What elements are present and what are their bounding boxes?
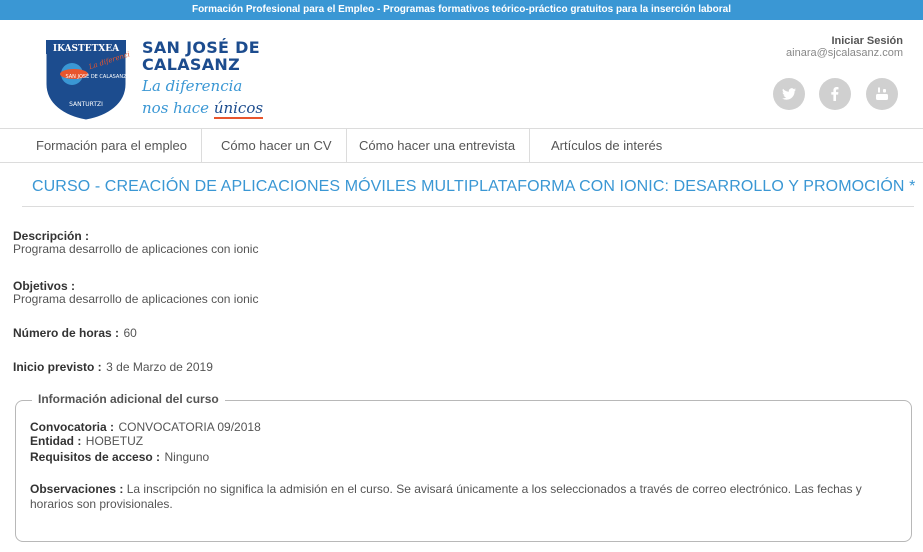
brand-name-line2: CALASANZ — [142, 55, 241, 74]
logo-badge-city: SANTURTZI — [69, 101, 103, 108]
inicio-label: Inicio previsto : — [13, 360, 102, 374]
logo-badge-sub: SAN JOSÉ DE CALASANZ — [65, 72, 127, 80]
twitter-icon — [782, 88, 796, 100]
observaciones-label: Observaciones : — [30, 482, 124, 496]
top-banner: Formación Profesional para el Empleo - P… — [0, 0, 923, 20]
entidad-label: Entidad : — [30, 434, 82, 448]
descripcion-value: Programa desarrollo de aplicaciones con … — [13, 242, 259, 256]
entidad-value: HOBETUZ — [85, 434, 144, 448]
twitter-button[interactable] — [773, 78, 805, 110]
logo-badge-text: IKASTETXEA — [53, 44, 120, 54]
facebook-button[interactable] — [819, 78, 851, 110]
nav-item-articulos[interactable]: Artículos de interés — [537, 129, 676, 162]
login-area: Iniciar Sesión ainara@sjcalasanz.com — [786, 35, 903, 59]
brand-tagline-prefix: nos hace — [142, 99, 214, 117]
user-email: ainara@sjcalasanz.com — [786, 47, 903, 59]
requisitos-label: Requisitos de acceso : — [30, 450, 161, 464]
objetivos-value: Programa desarrollo de aplicaciones con … — [13, 292, 259, 306]
inicio-block: Inicio previsto : 3 de Marzo de 2019 — [13, 360, 213, 374]
main-nav: Formación para el empleo Cómo hacer un C… — [0, 128, 923, 163]
nav-item-entrevista[interactable]: Cómo hacer una entrevista — [345, 129, 531, 162]
additional-info-legend: Información adicional del curso — [32, 392, 225, 406]
brand-tagline-line2: nos hace únicos — [142, 99, 264, 119]
brand-tagline-line1: La diferencia — [142, 77, 243, 95]
requisitos-block: Requisitos de acceso : Ninguno — [30, 450, 209, 464]
login-link[interactable]: Iniciar Sesión — [786, 35, 903, 47]
brand-name-line1: SAN JOSÉ DE — [142, 38, 260, 57]
school-logo[interactable]: IKASTETXEA SAN JOSÉ DE CALASANZ SANTURTZ… — [42, 38, 135, 122]
site-header: IKASTETXEA SAN JOSÉ DE CALASANZ SANTURTZ… — [0, 20, 923, 128]
convocatoria-block: Convocatoria : CONVOCATORIA 09/2018 — [30, 420, 261, 434]
convocatoria-value: CONVOCATORIA 09/2018 — [118, 420, 261, 434]
observaciones-value: La inscripción no significa la admisión … — [30, 482, 862, 511]
nav-item-cv[interactable]: Cómo hacer un CV — [207, 129, 347, 162]
facebook-icon — [831, 87, 839, 101]
brand-tagline-emphasis: únicos — [213, 99, 264, 119]
horas-label: Número de horas : — [13, 326, 120, 340]
title-divider — [22, 206, 914, 207]
horas-value: 60 — [123, 326, 137, 340]
youtube-icon — [876, 87, 888, 100]
nav-item-formacion[interactable]: Formación para el empleo — [22, 129, 203, 162]
entidad-block: Entidad : HOBETUZ — [30, 434, 143, 448]
requisitos-value: Ninguno — [164, 450, 210, 464]
brand-block: SAN JOSÉ DE CALASANZ La diferencia nos h… — [142, 38, 264, 119]
objetivos-block: Objetivos : Programa desarrollo de aplic… — [13, 280, 258, 306]
convocatoria-label: Convocatoria : — [30, 420, 115, 434]
descripcion-block: Descripción : Programa desarrollo de apl… — [13, 230, 258, 256]
youtube-button[interactable] — [866, 78, 898, 110]
inicio-value: 3 de Marzo de 2019 — [106, 360, 213, 374]
observaciones-block: Observaciones : La inscripción no signif… — [30, 482, 890, 512]
course-title: CURSO - CREACIÓN DE APLICACIONES MÓVILES… — [32, 178, 916, 195]
horas-block: Número de horas : 60 — [13, 326, 137, 340]
